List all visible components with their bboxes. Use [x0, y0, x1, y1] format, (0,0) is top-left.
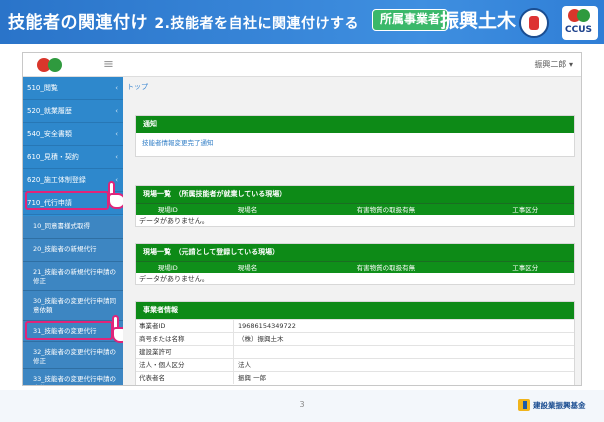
col-site-name: 現場名	[237, 206, 258, 214]
ccus-logo-text: CCUS	[565, 25, 592, 35]
sites-prime-title: 現場一覧 （元請として登録している現場）	[136, 244, 574, 261]
info-row: 建設業許可	[136, 345, 574, 358]
col-work-type: 工事区分	[512, 264, 539, 272]
info-row: 商号または名称 （株）振興土木	[136, 332, 574, 345]
sites-prime-panel: 現場一覧 （元請として登録している現場） 現場ID 現場名 有害物質の取扱有無 …	[135, 243, 575, 285]
slide-title-main: 技能者の関連付け	[8, 13, 148, 33]
main-content: トップ 通知 技能者情報変更完了通知 現場一覧 （所属技能者が就業している現場）…	[123, 77, 581, 385]
sites-prime-empty: データがありません。	[139, 275, 209, 283]
app-screenshot: ≡ 振興二郎 ▾ 510_閲覧 ‹ 520_就業履歴 ‹ 540_安全書類 ‹ 610…	[22, 52, 582, 386]
app-logo[interactable]	[37, 57, 67, 73]
user-menu[interactable]: 振興二郎 ▾	[534, 59, 573, 70]
slide-title: 技能者の関連付け 2.技能者を自社に関連付けする	[8, 8, 359, 33]
slide-subtitle: 2.技能者を自社に関連付けする	[154, 16, 359, 32]
breadcrumb[interactable]: トップ	[127, 82, 148, 92]
sites-working-panel: 現場一覧 （所属技能者が就業している現場） 現場ID 現場名 有害物質の取扱有無…	[135, 185, 575, 227]
info-row: 事業者ID 19686154349722	[136, 319, 574, 332]
role-badge: 所属事業者	[372, 9, 449, 31]
col-site-name: 現場名	[237, 264, 258, 272]
chevron-left-icon: ‹	[115, 107, 118, 115]
highlight-31	[25, 321, 113, 340]
sites-prime-header: 現場ID 現場名 有害物質の取扱有無 工事区分	[136, 261, 574, 273]
sidebar-subitem-32[interactable]: 32_技能者の変更代行申請の修正	[23, 342, 123, 369]
foundation-mark-icon	[518, 399, 530, 411]
chevron-left-icon: ‹	[115, 153, 118, 161]
sidebar-item-610[interactable]: 610_見積・契約 ‹	[23, 146, 123, 169]
notice-link[interactable]: 技能者情報変更完了通知	[136, 133, 574, 151]
col-site-id: 現場ID	[157, 264, 178, 272]
slide-footer: 3 建設業振興基金	[0, 390, 604, 422]
slide-header: 技能者の関連付け 2.技能者を自社に関連付けする 所属事業者 振興土木 CCUS	[0, 0, 604, 44]
mascot-icon	[519, 8, 549, 38]
chevron-left-icon: ‹	[115, 84, 118, 92]
sidebar-subitem-10[interactable]: 10_同意書様式取得	[23, 216, 123, 239]
sidebar-item-520[interactable]: 520_就業履歴 ‹	[23, 100, 123, 123]
chevron-left-icon: ‹	[115, 130, 118, 138]
business-info-panel: 事業者情報 事業者ID 19686154349722 商号または名称 （株）振興土木…	[135, 301, 575, 385]
sites-working-empty: データがありません。	[139, 217, 209, 225]
app-topbar: ≡ 振興二郎 ▾	[23, 53, 581, 77]
company-name: 振興土木	[440, 10, 517, 32]
col-hazard: 有害物質の取扱有無	[356, 206, 416, 214]
sidebar-subitem-20[interactable]: 20_技能者の新規代行	[23, 239, 123, 262]
col-site-id: 現場ID	[157, 206, 178, 214]
notice-panel: 通知 技能者情報変更完了通知	[135, 115, 575, 157]
foundation-name: 建設業振興基金	[533, 401, 586, 410]
highlight-710	[25, 191, 109, 210]
sites-working-header: 現場ID 現場名 有害物質の取扱有無 工事区分	[136, 203, 574, 215]
page-number: 3	[299, 400, 305, 409]
info-row: 法人・個人区分 法人	[136, 358, 574, 371]
sidebar-item-510[interactable]: 510_閲覧 ‹	[23, 77, 123, 100]
col-hazard: 有害物質の取扱有無	[356, 264, 416, 272]
notice-title: 通知	[136, 116, 574, 133]
hamburger-menu-icon[interactable]: ≡	[103, 58, 114, 71]
sidebar-subitem-33[interactable]: 33_技能者の変更代行申請の支払	[23, 369, 123, 385]
col-work-type: 工事区分	[512, 206, 539, 214]
sidebar-subitem-21[interactable]: 21_技能者の新規代行申請の修正	[23, 262, 123, 291]
info-row: 代表者名 振興 一郎	[136, 371, 574, 384]
sites-working-title: 現場一覧 （所属技能者が就業している現場）	[136, 186, 574, 203]
sidebar-item-540[interactable]: 540_安全書類 ‹	[23, 123, 123, 146]
business-info-title: 事業者情報	[136, 302, 574, 319]
ccus-logo: CCUS	[562, 6, 598, 40]
